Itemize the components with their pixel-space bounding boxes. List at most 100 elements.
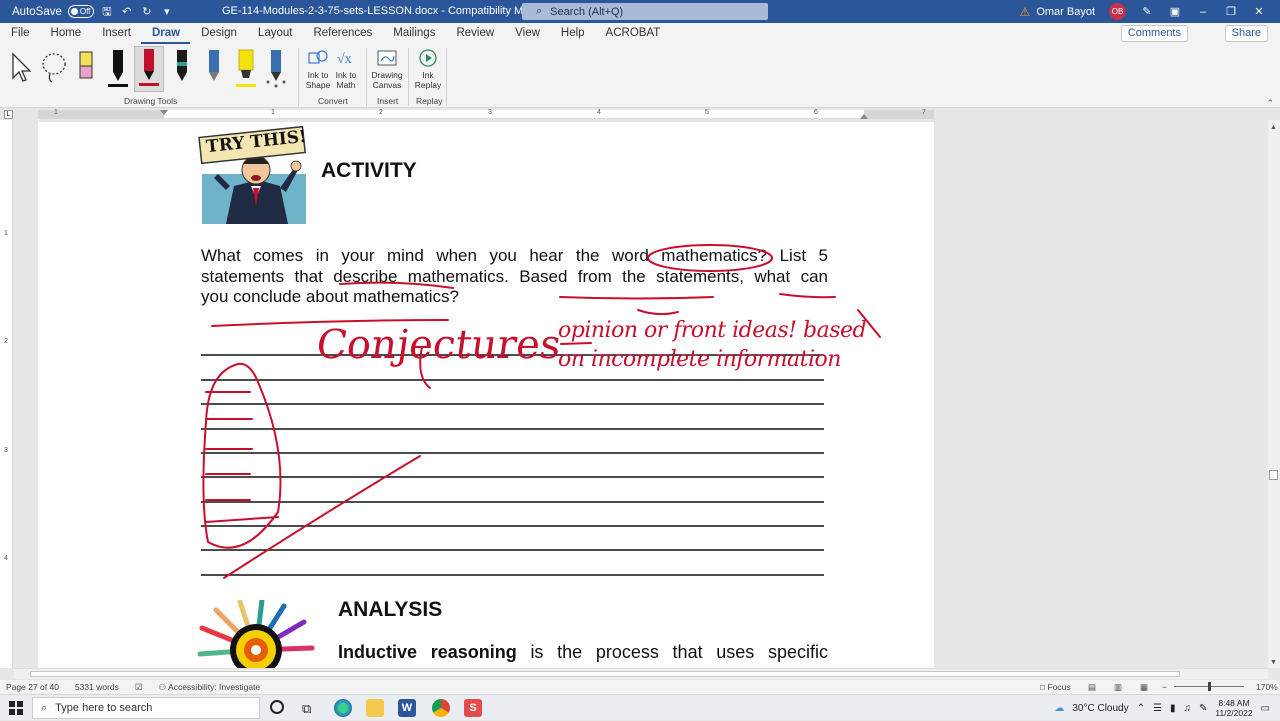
- edge-icon[interactable]: [334, 699, 352, 717]
- tab-view[interactable]: View: [504, 23, 550, 44]
- volume-icon[interactable]: ♫: [1183, 703, 1191, 714]
- tab-help[interactable]: Help: [550, 23, 595, 44]
- word-count[interactable]: 5331 words: [75, 682, 119, 692]
- clock[interactable]: 8:48 AM 11/2/2022: [1215, 698, 1252, 718]
- collapse-ribbon-icon[interactable]: ⌃: [1266, 98, 1274, 109]
- tab-draw[interactable]: Draw: [140, 23, 191, 44]
- ink-to-shape-button[interactable]: Ink to Shape: [304, 48, 332, 90]
- select-objects-icon[interactable]: [10, 48, 38, 90]
- drawing-canvas-button[interactable]: Drawing Canvas: [371, 48, 403, 90]
- autosave-label: AutoSave: [12, 5, 62, 18]
- network-icon[interactable]: ☰: [1153, 703, 1162, 714]
- chrome-icon[interactable]: [432, 699, 450, 717]
- undo-icon[interactable]: ↶: [120, 5, 134, 19]
- comments-button[interactable]: Comments: [1120, 25, 1188, 42]
- black-pen-icon[interactable]: [104, 48, 132, 90]
- vertical-scrollbar[interactable]: ▲ ▼: [1268, 120, 1280, 668]
- tray-chevron-icon[interactable]: ⌃: [1137, 703, 1145, 714]
- share-button[interactable]: Share: [1224, 25, 1268, 42]
- right-indent-marker[interactable]: [860, 114, 868, 119]
- horizontal-scrollbar[interactable]: [14, 668, 1268, 679]
- horizontal-scrollbar-thumb[interactable]: [30, 671, 1180, 677]
- teal-pen-icon[interactable]: [168, 48, 196, 90]
- task-view-icon[interactable]: ⧉: [302, 701, 311, 717]
- save-icon[interactable]: 🖫: [100, 5, 114, 19]
- focus-button[interactable]: □ Focus: [1040, 682, 1071, 692]
- tab-insert[interactable]: Insert: [91, 23, 141, 44]
- analysis-paragraph: Inductive reasoning is the process that …: [338, 642, 828, 663]
- ruler-number: 3: [4, 447, 8, 454]
- ribbon-divider: [446, 48, 447, 106]
- minimize-icon[interactable]: –: [1196, 5, 1210, 19]
- zoom-out-icon[interactable]: −: [1162, 682, 1167, 692]
- app-s-icon[interactable]: S: [464, 699, 482, 717]
- group-label-drawing-tools: Drawing Tools: [124, 96, 178, 106]
- scroll-up-icon[interactable]: ▲: [1270, 124, 1277, 131]
- taskbar-search-input[interactable]: ⌕ Type here to search: [32, 697, 260, 719]
- redo-icon[interactable]: ↻: [140, 5, 154, 19]
- avatar[interactable]: OB: [1109, 3, 1126, 20]
- vertical-ruler[interactable]: 1 2 3 4: [0, 120, 13, 668]
- warning-icon[interactable]: ⚠: [1020, 5, 1031, 19]
- eraser-icon[interactable]: [72, 48, 100, 90]
- status-bar: Page 27 of 40 5331 words ☑ ⚇ Accessibili…: [0, 680, 1280, 694]
- page-count[interactable]: Page 27 of 40: [6, 682, 59, 692]
- ink-replay-button[interactable]: Ink Replay: [413, 48, 443, 90]
- pencil-icon[interactable]: [200, 48, 228, 90]
- customize-toolbar-icon[interactable]: ▾: [160, 5, 174, 19]
- tab-design[interactable]: Design: [190, 23, 247, 44]
- battery-icon[interactable]: ▮: [1170, 703, 1176, 714]
- horizontal-ruler[interactable]: 1 1 2 3 4 5 6 7: [38, 109, 934, 119]
- tab-selector[interactable]: L: [4, 110, 13, 119]
- weather-text[interactable]: 30°C Cloudy: [1072, 703, 1128, 714]
- tab-acrobat[interactable]: ACROBAT: [595, 23, 671, 44]
- zoom-level[interactable]: 170%: [1256, 682, 1278, 692]
- read-mode-icon[interactable]: ▤: [1088, 682, 1096, 693]
- ribbon-display-icon[interactable]: ▣: [1168, 5, 1182, 19]
- ink-annotations: Conjectures: [202, 244, 881, 579]
- group-label-replay: Replay: [416, 96, 443, 106]
- ruler-number: 6: [814, 109, 818, 116]
- word-icon[interactable]: W: [398, 699, 416, 717]
- pen-tray-icon[interactable]: ✎: [1199, 703, 1207, 714]
- restore-icon[interactable]: ❐: [1224, 5, 1238, 19]
- print-layout-icon[interactable]: ▥: [1114, 682, 1122, 693]
- tab-file[interactable]: File: [0, 23, 40, 44]
- lasso-select-icon[interactable]: [40, 48, 68, 90]
- web-layout-icon[interactable]: ▦: [1140, 682, 1148, 693]
- search-input[interactable]: ⌕ Search (Alt+Q): [522, 3, 768, 20]
- red-pen-icon: [139, 49, 159, 86]
- indent-marker[interactable]: [160, 110, 168, 115]
- user-name[interactable]: Omar Bayot: [1036, 6, 1095, 18]
- notification-icon[interactable]: ▭: [1261, 703, 1270, 714]
- ink-circle-mathematics: [647, 244, 773, 272]
- close-icon[interactable]: ✕: [1252, 5, 1266, 19]
- scroll-down-icon[interactable]: ▼: [1270, 659, 1277, 666]
- scrollbar-thumb[interactable]: [1269, 470, 1278, 480]
- tab-layout[interactable]: Layout: [247, 23, 303, 44]
- ink-underline: [779, 293, 836, 299]
- tab-references[interactable]: References: [302, 23, 382, 44]
- file-explorer-icon[interactable]: [366, 699, 384, 717]
- highlighter-icon[interactable]: [232, 48, 260, 90]
- proofing-icon[interactable]: ☑: [135, 682, 143, 693]
- zoom-slider-thumb[interactable]: [1208, 682, 1211, 691]
- windows-start-icon[interactable]: [9, 701, 23, 715]
- pen-icon[interactable]: ✎: [1140, 5, 1154, 19]
- group-label-insert: Insert: [377, 96, 399, 106]
- ink-to-math-button[interactable]: √x Ink to Math: [332, 48, 360, 90]
- ink-to-shape-icon: [308, 50, 328, 64]
- tab-home[interactable]: Home: [40, 23, 92, 44]
- analysis-bold-term: Inductive reasoning: [338, 642, 517, 662]
- red-pen-selected-frame[interactable]: [134, 46, 164, 92]
- accessibility-status[interactable]: ⚇ Accessibility: Investigate: [159, 682, 261, 693]
- document-page[interactable]: TRY THIS! ACTIVITY What comes in your mi…: [38, 122, 934, 668]
- autosave-toggle[interactable]: Off: [67, 5, 94, 18]
- tab-mailings[interactable]: Mailings: [382, 23, 445, 44]
- weather-icon[interactable]: ☁: [1054, 703, 1064, 714]
- action-pen-icon[interactable]: [262, 48, 290, 90]
- group-label-convert: Convert: [318, 96, 348, 106]
- cortana-icon[interactable]: [270, 700, 284, 714]
- tab-review[interactable]: Review: [445, 23, 504, 44]
- document-title[interactable]: GE-114-Modules-2-3-75-sets-LESSON.docx -…: [222, 5, 542, 17]
